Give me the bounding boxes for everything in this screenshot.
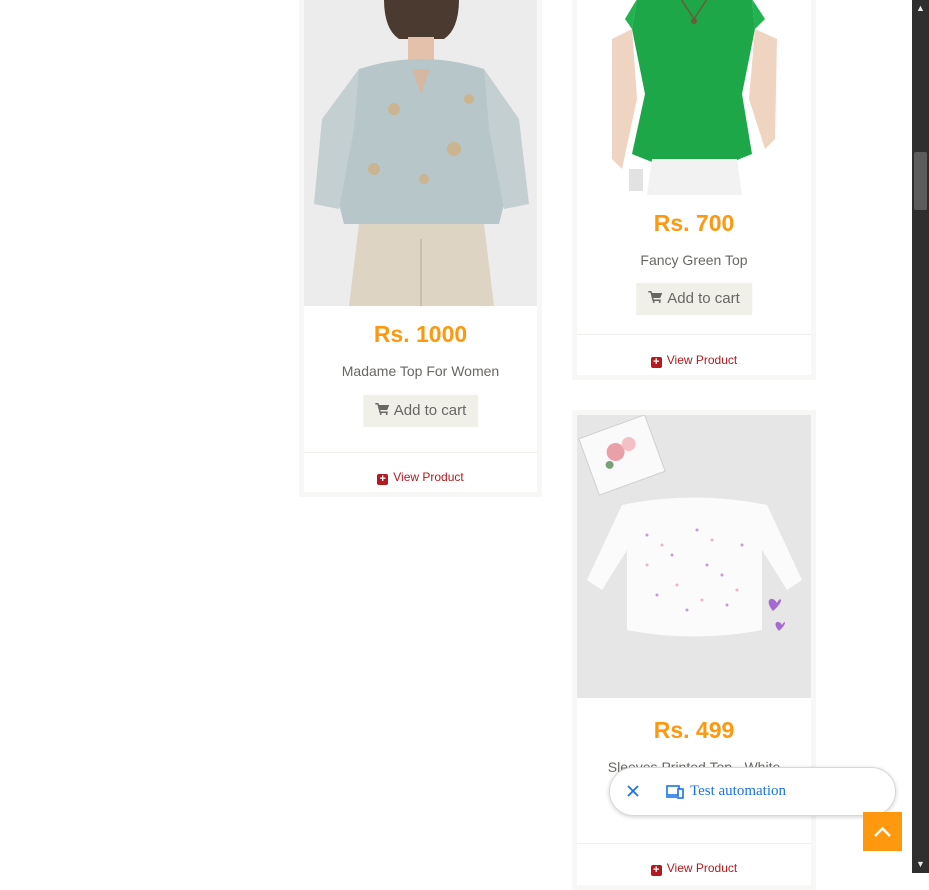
product-image	[304, 0, 537, 306]
add-to-cart-button[interactable]: Add to cart	[362, 395, 479, 427]
scrollbar[interactable]: ▲ ▼	[912, 0, 929, 873]
test-automation-banner: Test automation	[609, 767, 896, 816]
product-name: Fancy Green Top	[640, 252, 748, 268]
view-product-link[interactable]: + View Product	[577, 861, 811, 876]
view-product-link[interactable]: + View Product	[577, 353, 811, 368]
product-image	[577, 415, 811, 698]
divider	[304, 452, 537, 453]
scroll-down-arrow-icon[interactable]: ▼	[912, 856, 929, 873]
scroll-up-arrow-icon[interactable]: ▲	[912, 0, 929, 17]
product-card-madame-top: Rs. 1000 Madame Top For Women Add to car…	[299, 0, 542, 497]
product-price: Rs. 1000	[373, 321, 468, 347]
test-automation-label: Test automation	[690, 783, 787, 799]
view-product-label: View Product	[666, 353, 738, 367]
chevron-up-icon	[874, 826, 891, 837]
view-product-label: View Product	[393, 470, 464, 484]
product-image	[577, 0, 811, 195]
divider	[577, 334, 811, 335]
shopping-cart-icon	[374, 395, 389, 427]
plus-square-icon: +	[650, 357, 662, 368]
close-icon[interactable]	[624, 782, 642, 800]
product-card-sleeves-printed-top: Rs. 499 Sleeves Printed Top - White +Vie…	[572, 410, 816, 890]
product-price: Rs. 499	[653, 717, 735, 743]
add-to-cart-label: Add to cart	[393, 402, 467, 419]
devices-icon	[666, 784, 684, 800]
product-price: Rs. 700	[653, 210, 735, 236]
plus-square-icon: +	[650, 865, 662, 876]
scroll-to-top-button[interactable]	[863, 812, 902, 851]
view-product-link[interactable]: + View Product	[304, 470, 537, 485]
scrollbar-thumb[interactable]	[914, 152, 927, 210]
add-to-cart-button[interactable]: Add to cart	[636, 283, 752, 315]
plus-square-icon: +	[377, 474, 389, 485]
product-card-fancy-green-top: Rs. 700 Fancy Green Top Add to cart + Vie…	[572, 0, 816, 380]
product-name: Madame Top For Women	[341, 363, 500, 379]
divider	[577, 843, 811, 844]
add-to-cart-label: Add to cart	[667, 290, 740, 307]
shopping-cart-icon	[648, 283, 663, 315]
